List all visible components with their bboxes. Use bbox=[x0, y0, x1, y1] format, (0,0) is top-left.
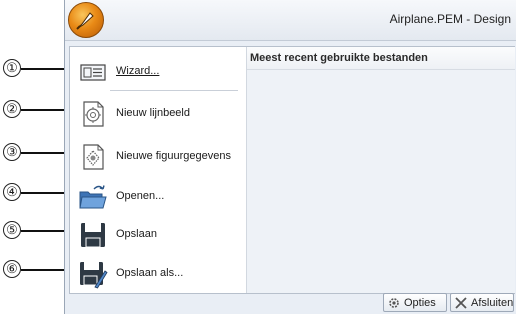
save-as-label: Opslaan als... bbox=[116, 267, 184, 279]
gear-icon bbox=[389, 298, 399, 308]
window-title: Airplane.PEM - Design bbox=[389, 12, 511, 26]
callout-6: ⑥ bbox=[0, 260, 74, 280]
callout-number: ⑥ bbox=[3, 260, 21, 278]
wizard-button[interactable]: Wizard... bbox=[76, 55, 242, 89]
options-label: Opties bbox=[404, 297, 436, 309]
recent-files-list bbox=[247, 70, 515, 293]
menu-separator bbox=[110, 90, 238, 91]
title-bar: Airplane.PEM - Design bbox=[65, 0, 516, 41]
application-button[interactable] bbox=[68, 2, 104, 38]
new-line-image-label: Nieuw lijnbeeld bbox=[116, 107, 190, 119]
command-list: Wizard... Nieuw lijnbeeld Nieuwe figuurg… bbox=[70, 47, 247, 293]
new-line-image-button[interactable]: Nieuw lijnbeeld bbox=[76, 97, 242, 131]
callout-number: ② bbox=[3, 100, 21, 118]
app-window: Airplane.PEM - Design Wizard... Nieuw li… bbox=[64, 0, 516, 314]
new-figure-data-label: Nieuwe figuurgegevens bbox=[116, 150, 231, 162]
open-label: Openen... bbox=[116, 190, 165, 202]
wizard-label: Wizard... bbox=[116, 65, 160, 77]
callout-4: ④ bbox=[0, 183, 74, 203]
save-as-button[interactable]: Opslaan als... bbox=[76, 257, 242, 291]
save-icon bbox=[81, 223, 105, 248]
exit-label: Afsluiten bbox=[471, 297, 514, 309]
save-label: Opslaan bbox=[116, 228, 157, 240]
open-button[interactable]: Openen... bbox=[76, 180, 242, 214]
recent-files-header: Meest recent gebruikte bestanden bbox=[247, 47, 515, 70]
callout-number: ⑤ bbox=[3, 221, 21, 239]
save-as-icon bbox=[80, 262, 108, 289]
new-figure-data-icon bbox=[83, 144, 104, 170]
save-button[interactable]: Opslaan bbox=[76, 218, 242, 252]
options-button[interactable]: Opties bbox=[383, 293, 447, 312]
wizard-icon bbox=[80, 64, 106, 81]
exit-button[interactable]: Afsluiten bbox=[450, 293, 514, 312]
new-figure-data-button[interactable]: Nieuwe figuurgegevens bbox=[76, 140, 242, 174]
application-menu: Wizard... Nieuw lijnbeeld Nieuwe figuurg… bbox=[69, 46, 515, 294]
callout-5: ⑤ bbox=[0, 221, 74, 241]
callout-number: ③ bbox=[3, 143, 21, 161]
new-line-image-icon bbox=[83, 101, 104, 127]
callout-3: ③ bbox=[0, 143, 74, 163]
close-icon bbox=[455, 297, 467, 309]
callout-2: ② bbox=[0, 100, 74, 120]
callout-1: ① bbox=[0, 59, 74, 79]
recent-files-title: Meest recent gebruikte bestanden bbox=[250, 52, 428, 64]
callout-number: ① bbox=[3, 59, 21, 77]
open-folder-icon bbox=[79, 185, 107, 209]
callout-number: ④ bbox=[3, 183, 21, 201]
app-logo-icon bbox=[76, 12, 94, 30]
